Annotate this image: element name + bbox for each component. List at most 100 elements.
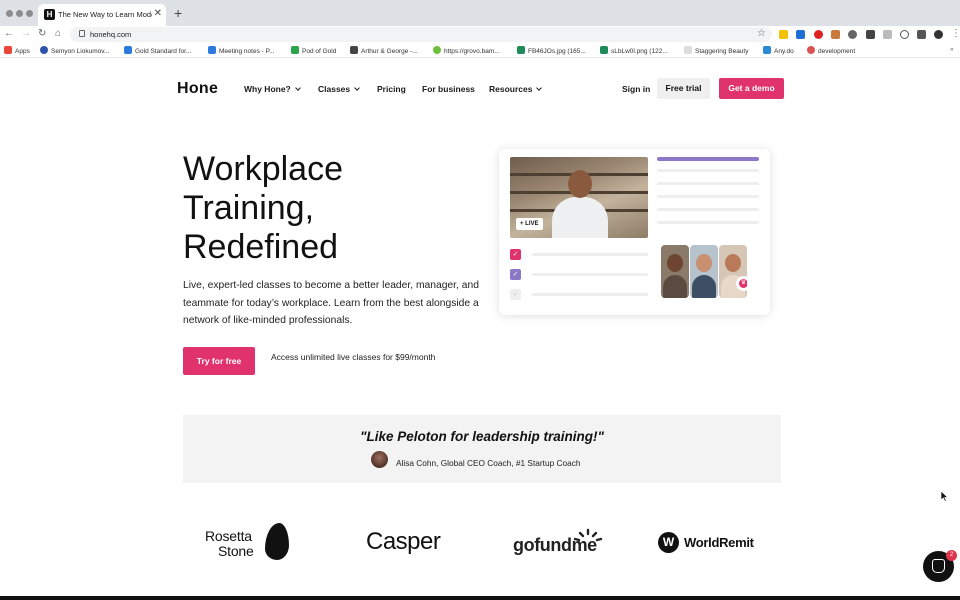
- bookmark-item[interactable]: Gold Standard for...: [124, 46, 191, 55]
- bookmark-item[interactable]: Pod of Gold: [291, 46, 336, 55]
- bookmark-item[interactable]: Meeting notes - P...: [208, 46, 275, 55]
- bookmark-favicon-icon: [350, 46, 358, 54]
- rosetta-stone-logo-line1: Rosetta: [205, 528, 252, 544]
- live-class-illustration: + LIVE ✓ ✓ ✓ ♛: [499, 149, 770, 315]
- bookmark-item[interactable]: https://grovo.bam...: [433, 46, 500, 55]
- mouse-cursor-icon: [941, 491, 949, 502]
- checked-box-icon: ✓: [510, 249, 521, 260]
- browser-tab-strip: H The New Way to Learn Modern ✕ +: [0, 0, 960, 26]
- nav-why-hone[interactable]: Why Hone?: [244, 84, 301, 94]
- reload-icon[interactable]: ↻: [38, 28, 46, 40]
- worldremit-logo: WorldRemit: [684, 535, 754, 550]
- extension-cloud-icon[interactable]: [900, 30, 909, 39]
- extension-yellow-icon[interactable]: [779, 30, 788, 39]
- bookmark-item[interactable]: Any.do: [763, 46, 794, 55]
- profile-avatar-icon[interactable]: [934, 30, 943, 39]
- bookmark-apps[interactable]: Apps: [4, 46, 30, 55]
- hero-title: Workplace Training, Redefined: [183, 150, 343, 266]
- instructor-video: + LIVE: [510, 157, 648, 238]
- free-trial-button[interactable]: Free trial: [657, 78, 710, 99]
- bookmark-favicon-icon: [291, 46, 299, 54]
- window-bottom-edge: [0, 596, 960, 600]
- testimonial-banner: "Like Peloton for leadership training!" …: [183, 415, 781, 483]
- apps-grid-icon: [4, 46, 12, 54]
- chevron-down-icon: [536, 85, 543, 91]
- bookmark-favicon-icon: [763, 46, 771, 54]
- placeholder-line: [532, 293, 648, 296]
- placeholder-line: [532, 253, 648, 256]
- url-text: honehq.com: [90, 30, 132, 39]
- rosetta-stone-mark-icon: [265, 523, 289, 560]
- lock-icon: [79, 30, 85, 37]
- bookmark-item[interactable]: Semyon Liokumov...: [40, 46, 109, 55]
- hone-favicon-icon: H: [44, 9, 55, 20]
- bookmark-item[interactable]: Arthur & George -...: [350, 46, 418, 55]
- try-for-free-button[interactable]: Try for free: [183, 347, 255, 375]
- placeholder-line: [657, 221, 759, 224]
- live-badge: + LIVE: [516, 218, 543, 230]
- window-minimize-dot[interactable]: [16, 10, 23, 17]
- placeholder-line: [657, 182, 759, 185]
- bookmark-item[interactable]: Staggering Beauty: [684, 46, 748, 55]
- chat-bubble-icon: [932, 559, 945, 573]
- get-demo-button[interactable]: Get a demo: [719, 78, 784, 99]
- placeholder-line: [657, 208, 759, 211]
- bookmark-favicon-icon: [600, 46, 608, 54]
- placeholder-line: [657, 195, 759, 198]
- new-tab-icon[interactable]: +: [174, 6, 182, 20]
- testimonial-attribution: Alisa Cohn, Global CEO Coach, #1 Startup…: [396, 458, 581, 468]
- browser-menu-icon[interactable]: ⋮: [951, 28, 960, 40]
- window-zoom-dot[interactable]: [26, 10, 33, 17]
- bookmark-item[interactable]: FB46JOs.jpg (165...: [517, 46, 586, 55]
- bookmark-favicon-icon: [124, 46, 132, 54]
- tab-close-icon[interactable]: ✕: [154, 8, 162, 20]
- extension-s-icon[interactable]: [866, 30, 875, 39]
- hero-subtitle: Live, expert-led classes to become a bet…: [183, 280, 479, 326]
- bookmarks-bar: Apps Semyon Liokumov... Gold Standard fo…: [0, 43, 960, 58]
- placeholder-line: [657, 169, 759, 172]
- home-icon[interactable]: ⌂: [55, 28, 61, 40]
- nav-classes[interactable]: Classes: [318, 84, 360, 94]
- avatar: [371, 451, 388, 468]
- pricing-note: Access unlimited live classes for $99/mo…: [271, 352, 436, 362]
- attendee-thumbnail: ♛: [719, 245, 747, 298]
- casper-logo: Casper: [366, 528, 441, 555]
- tab-title: The New Way to Learn Modern: [58, 10, 152, 19]
- trophy-icon: ♛: [736, 276, 747, 291]
- window-close-dot[interactable]: [6, 10, 13, 17]
- worldremit-mark-icon: W: [658, 532, 679, 553]
- extension-orange-icon[interactable]: [831, 30, 840, 39]
- nav-pricing[interactable]: Pricing: [377, 84, 406, 94]
- attendee-thumbnail: [661, 245, 689, 298]
- bookmark-favicon-icon: [40, 46, 48, 54]
- extension-circle-icon[interactable]: [848, 30, 857, 39]
- chat-unread-badge: 2: [946, 550, 957, 561]
- nav-resources[interactable]: Resources: [489, 84, 543, 94]
- instructor-figure: [552, 197, 608, 238]
- attendee-thumbnail: [690, 245, 718, 298]
- bookmarks-overflow-icon[interactable]: »: [950, 46, 954, 53]
- bookmark-favicon-icon: [807, 46, 815, 54]
- bookmark-star-icon[interactable]: ☆: [757, 28, 766, 39]
- checked-box-icon: ✓: [510, 269, 521, 280]
- rosetta-stone-logo-line2: Stone: [218, 543, 254, 559]
- forward-arrow-icon[interactable]: →: [21, 28, 31, 40]
- bookmark-favicon-icon: [517, 46, 525, 54]
- bookmark-item[interactable]: development: [807, 46, 855, 55]
- chevron-down-icon: [294, 85, 301, 91]
- nav-for-business[interactable]: For business: [422, 84, 475, 94]
- hone-logo[interactable]: Hone: [177, 80, 218, 98]
- placeholder-accent-line: [657, 157, 759, 161]
- extension-grey-icon[interactable]: [883, 30, 892, 39]
- bookmark-item[interactable]: sLbLw0l.png (122...: [600, 46, 668, 55]
- address-bar[interactable]: honehq.com ☆: [70, 27, 772, 42]
- chevron-down-icon: [354, 85, 360, 91]
- browser-tab-active[interactable]: H The New Way to Learn Modern ✕: [38, 4, 166, 26]
- back-arrow-icon[interactable]: ←: [4, 28, 14, 40]
- gofundme-sun-icon: [573, 528, 603, 542]
- browser-toolbar: ← → ↻ ⌂ honehq.com ☆ ⋮: [0, 26, 960, 43]
- extension-v-icon[interactable]: [796, 30, 805, 39]
- extension-red-icon[interactable]: [814, 30, 823, 39]
- extensions-puzzle-icon[interactable]: [917, 30, 926, 39]
- sign-in-link[interactable]: Sign in: [622, 84, 650, 94]
